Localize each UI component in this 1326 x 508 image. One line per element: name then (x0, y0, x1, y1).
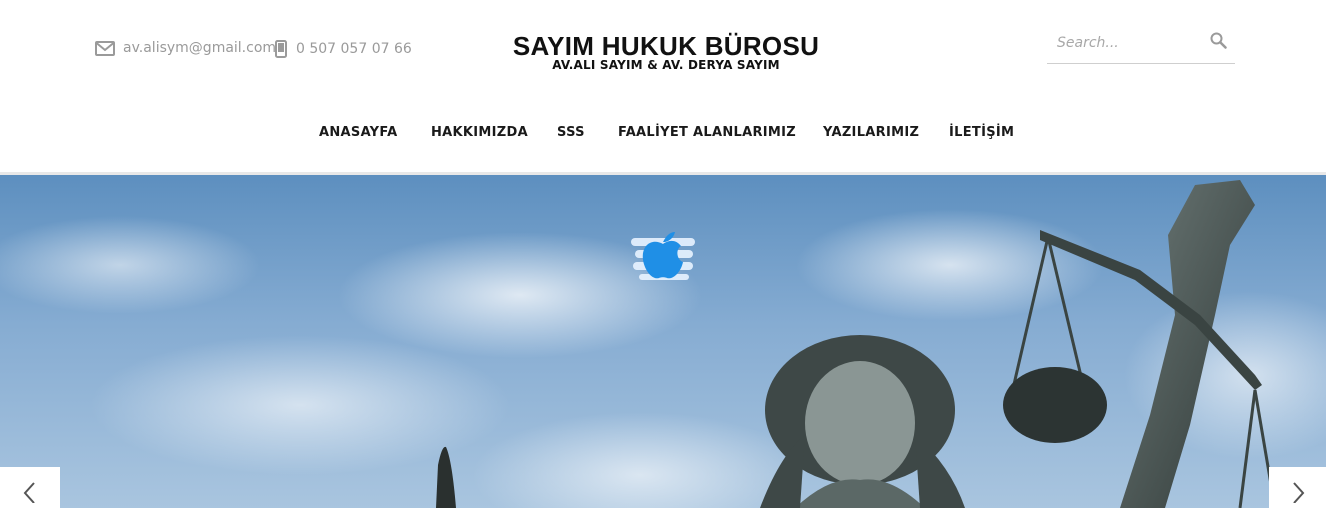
top-header: av.alisym@gmail.com 0 507 057 07 66 SAYI… (0, 0, 1326, 95)
nav-item-hakkimizda[interactable]: HAKKIMIZDA (431, 125, 528, 140)
email-contact[interactable]: av.alisym@gmail.com (95, 40, 276, 56)
nav-item-anasayfa[interactable]: ANASAYFA (319, 125, 397, 140)
logo-title: SAYIM HUKUK BÜROSU (512, 31, 820, 61)
site-logo[interactable]: SAYIM HUKUK BÜROSU AV.ALI SAYIM & AV. DE… (488, 33, 844, 72)
hero-slider (0, 175, 1326, 508)
envelope-icon (95, 40, 115, 56)
email-text[interactable]: av.alisym@gmail.com (123, 40, 276, 56)
mobile-phone-icon (274, 40, 288, 58)
search-input[interactable] (1047, 27, 1197, 59)
search-box (1047, 27, 1235, 64)
chevron-left-icon (22, 481, 38, 508)
slider-next-button[interactable] (1269, 467, 1326, 508)
nav-item-yazilarimiz[interactable]: YAZILARIMIZ (823, 125, 919, 140)
nav-item-faaliyet-alanlarimiz[interactable]: FAALİYET ALANLARIMIZ (618, 125, 796, 140)
apple-icon (631, 228, 695, 282)
slider-prev-button[interactable] (0, 467, 60, 508)
nav-item-iletisim[interactable]: İLETİŞİM (949, 125, 1014, 140)
justice-statue-image (436, 180, 1277, 508)
nav-item-sss[interactable]: SSS (557, 125, 585, 140)
phone-contact[interactable]: 0 507 057 07 66 (274, 40, 412, 58)
chevron-right-icon (1290, 481, 1306, 508)
phone-text[interactable]: 0 507 057 07 66 (296, 41, 412, 57)
search-icon[interactable] (1210, 32, 1227, 54)
